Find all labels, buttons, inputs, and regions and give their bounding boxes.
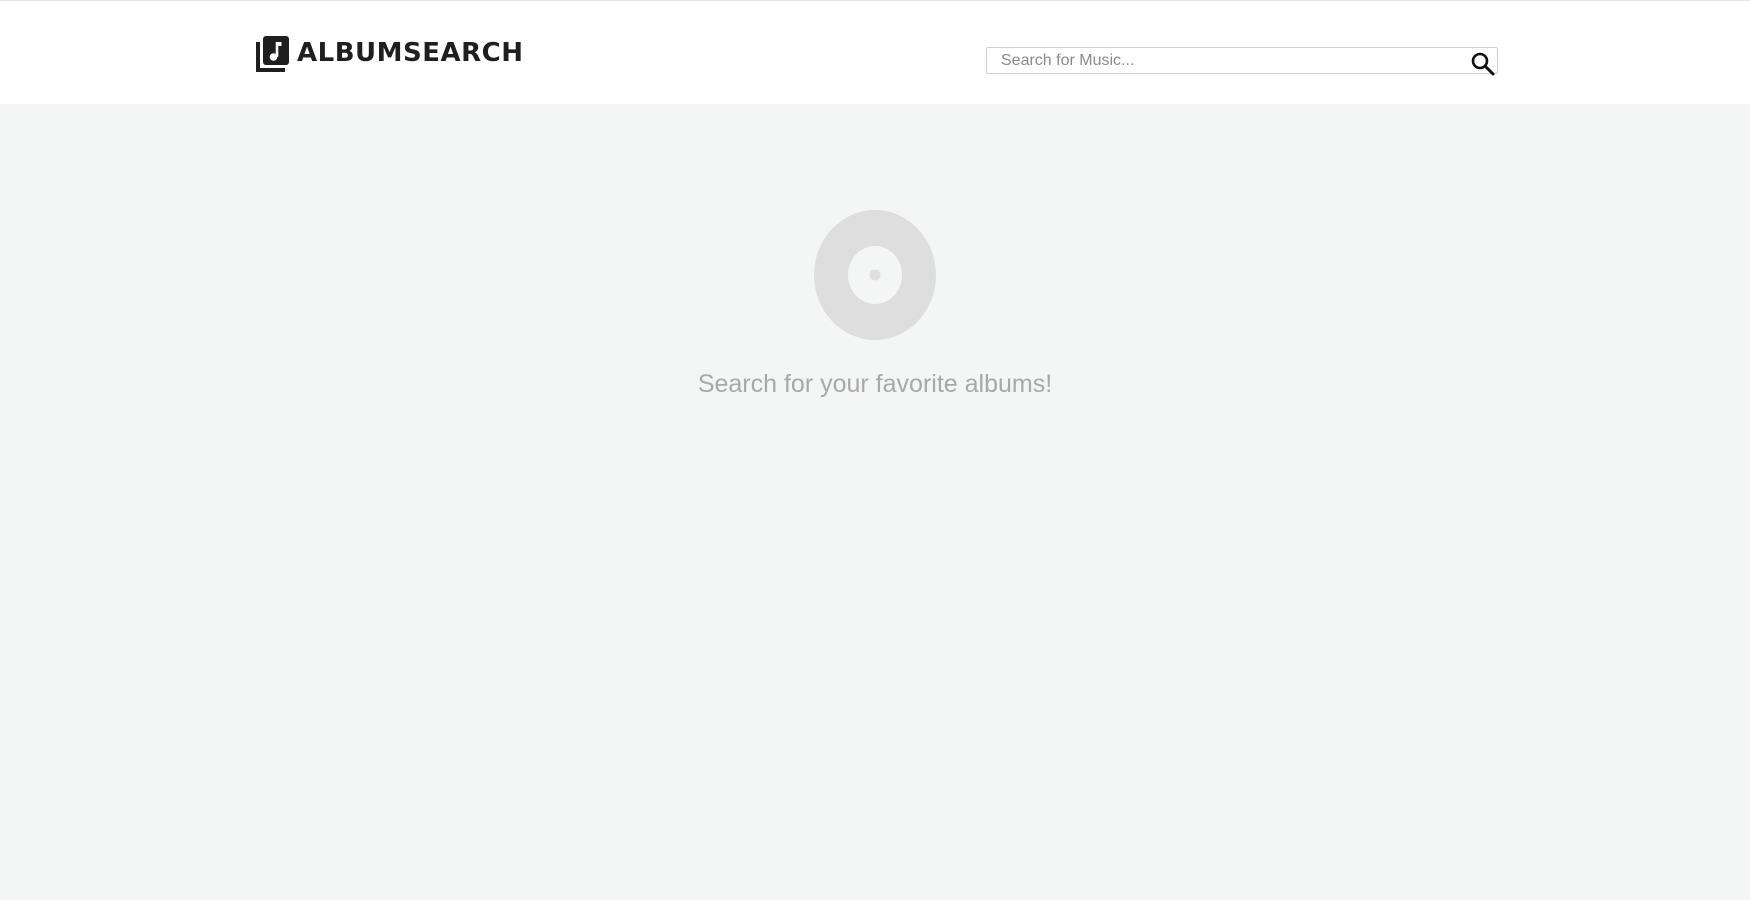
logo-text: ALBUMSEARCH	[297, 38, 524, 68]
search-bar	[986, 47, 1498, 76]
app-page: ALBUMSEARCH Search for your favorite alb…	[0, 0, 1750, 900]
search-input[interactable]	[987, 48, 1457, 73]
top-header: ALBUMSEARCH	[0, 0, 1750, 104]
logo-link[interactable]: ALBUMSEARCH	[255, 33, 523, 73]
music-library-icon	[256, 36, 289, 72]
search-icon[interactable]	[1469, 50, 1497, 78]
vinyl-disc-icon	[814, 210, 936, 340]
empty-state-message: Search for your favorite albums!	[697, 370, 1053, 398]
